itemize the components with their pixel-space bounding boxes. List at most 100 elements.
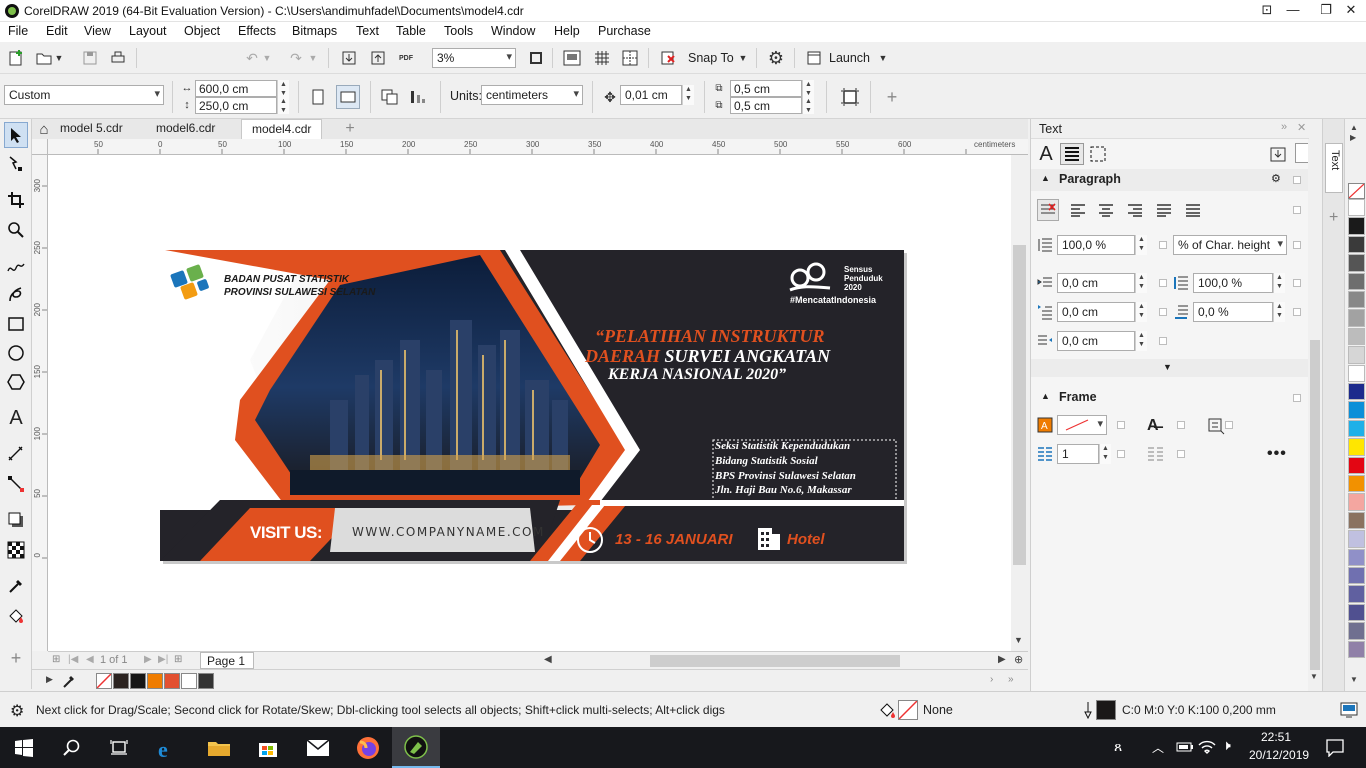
- vertical-alignment-icon[interactable]: A̶: [1147, 417, 1167, 435]
- line-spacing-spinner[interactable]: ▲ ▼: [1135, 235, 1147, 255]
- doc-swatch-3[interactable]: [147, 673, 163, 689]
- palette-color-swatch[interactable]: [1348, 217, 1365, 235]
- section-checkbox[interactable]: [1293, 176, 1301, 184]
- snap-to-dropdown-icon[interactable]: ▼: [736, 46, 750, 70]
- frame-direction-icon[interactable]: [1207, 417, 1227, 435]
- ellipse-tool-icon[interactable]: [4, 340, 28, 366]
- coreldraw-taskbar-button[interactable]: [392, 727, 440, 768]
- volume-muted-icon[interactable]: 🕨: [1222, 737, 1231, 754]
- banner-design[interactable]: BADAN PUSAT STATISTIK PROVINSI SULAWESI …: [160, 250, 904, 561]
- docker-scrollbar[interactable]: ▼: [1308, 140, 1322, 681]
- people-icon[interactable]: ጸ: [1114, 738, 1122, 755]
- right-indent-checkbox[interactable]: [1159, 337, 1167, 345]
- palette-color-swatch[interactable]: [1348, 346, 1365, 364]
- paragraph-tab-icon[interactable]: [1060, 143, 1084, 165]
- launch-dropdown-icon[interactable]: ▼: [876, 46, 890, 70]
- palette-color-swatch[interactable]: [1348, 254, 1365, 272]
- add-plus-icon[interactable]: +: [880, 85, 904, 109]
- canvas-vertical-scrollbar[interactable]: ▼: [1011, 155, 1028, 651]
- show-guidelines-icon[interactable]: [618, 46, 642, 70]
- force-justify-icon[interactable]: [1182, 199, 1204, 221]
- palette-color-swatch[interactable]: [1348, 548, 1365, 566]
- alignment-checkbox[interactable]: [1293, 206, 1301, 214]
- next-page-icon[interactable]: ▶: [144, 654, 152, 665]
- connector-tool-icon[interactable]: [4, 471, 28, 497]
- add-page-before-icon[interactable]: ⊞: [52, 654, 60, 665]
- search-icon[interactable]: [63, 739, 81, 757]
- page-height-field[interactable]: 250,0 cm: [195, 97, 277, 114]
- duplicate-distance-y-field[interactable]: 0,5 cm: [730, 97, 802, 114]
- docker-scroll-thumb[interactable]: [1310, 340, 1320, 670]
- no-color-swatch[interactable]: [96, 673, 112, 689]
- menu-view[interactable]: View: [84, 24, 111, 38]
- character-spacing-field[interactable]: 100,0 %: [1193, 273, 1273, 293]
- word-spacing-spinner[interactable]: ▲ ▼: [1273, 302, 1285, 322]
- text-tool-icon[interactable]: A: [4, 405, 28, 431]
- docker-scroll-down-icon[interactable]: ▼: [1310, 672, 1318, 681]
- palette-color-swatch[interactable]: [1348, 364, 1365, 382]
- page-height-spinner[interactable]: ▲ ▼: [277, 97, 289, 114]
- page-width-spinner[interactable]: ▲ ▼: [277, 80, 289, 97]
- first-line-indent-field[interactable]: 0,0 cm: [1057, 302, 1135, 322]
- full-justify-icon[interactable]: [1153, 199, 1175, 221]
- transparency-tool-icon[interactable]: [4, 537, 28, 563]
- first-line-indent-checkbox[interactable]: [1159, 308, 1167, 316]
- file-explorer-icon[interactable]: [207, 738, 231, 758]
- palette-color-swatch[interactable]: [1348, 272, 1365, 290]
- first-line-indent-spinner[interactable]: ▲ ▼: [1135, 302, 1147, 322]
- polygon-tool-icon[interactable]: [4, 369, 28, 395]
- mail-icon[interactable]: [306, 739, 330, 757]
- vertical-ruler[interactable]: 300 250 200 150 100 50 0: [32, 155, 48, 651]
- export-icon[interactable]: [366, 46, 390, 70]
- print-icon[interactable]: [106, 46, 130, 70]
- zoom-to-page-icon[interactable]: [524, 46, 548, 70]
- palette-scroll-right-icon[interactable]: ›: [990, 674, 993, 685]
- palette-color-swatch[interactable]: [1348, 622, 1365, 640]
- character-spacing-checkbox[interactable]: [1293, 279, 1301, 287]
- palette-scroll-down-icon[interactable]: ▼: [1350, 675, 1358, 684]
- fill-color-swatch[interactable]: [898, 700, 918, 720]
- microsoft-store-icon[interactable]: [257, 737, 279, 759]
- full-screen-preview-icon[interactable]: [560, 46, 584, 70]
- frame-section-checkbox[interactable]: [1293, 394, 1301, 402]
- right-indent-spinner[interactable]: ▲ ▼: [1135, 331, 1147, 351]
- tab-model6[interactable]: model6.cdr: [146, 119, 225, 139]
- save-icon[interactable]: [78, 46, 102, 70]
- menu-tools[interactable]: Tools: [444, 24, 473, 38]
- outline-color-swatch[interactable]: [1096, 700, 1116, 720]
- palette-color-swatch[interactable]: [1348, 603, 1365, 622]
- show-grid-icon[interactable]: [590, 46, 614, 70]
- doc-swatch-6[interactable]: [198, 673, 214, 689]
- expand-arrow-icon[interactable]: ▼: [1163, 362, 1172, 372]
- open-dropdown-icon[interactable]: ▼: [52, 46, 66, 70]
- docker-close-icon[interactable]: ✕: [1297, 121, 1306, 134]
- menu-file[interactable]: File: [8, 24, 28, 38]
- columns-checkbox[interactable]: [1117, 450, 1125, 458]
- palette-color-swatch[interactable]: [1348, 401, 1365, 419]
- action-center-icon[interactable]: [1326, 739, 1344, 757]
- horizontal-ruler[interactable]: 50 0 50 100 150 200 250 300 350 400 450 …: [48, 139, 1028, 155]
- rectangle-tool-icon[interactable]: [4, 311, 28, 337]
- equal-column-width-icon[interactable]: [1147, 446, 1167, 464]
- palette-color-swatch[interactable]: [1348, 327, 1365, 346]
- palette-no-color-swatch[interactable]: [1348, 183, 1365, 199]
- portrait-icon[interactable]: [306, 85, 330, 109]
- equal-column-checkbox[interactable]: [1177, 450, 1185, 458]
- palette-color-swatch[interactable]: [1348, 383, 1365, 401]
- artistic-media-tool-icon[interactable]: [4, 282, 28, 308]
- close-button[interactable]: ✕: [1336, 0, 1366, 22]
- word-spacing-checkbox[interactable]: [1293, 308, 1301, 316]
- pick-tool-icon[interactable]: [4, 122, 28, 148]
- new-document-icon[interactable]: [4, 46, 28, 70]
- menu-text[interactable]: Text: [356, 24, 379, 38]
- menu-table[interactable]: Table: [396, 24, 426, 38]
- more-options-ellipsis-icon[interactable]: •••: [1267, 445, 1287, 463]
- undo-dropdown-icon[interactable]: ▼: [260, 46, 274, 70]
- color-proofing-icon[interactable]: [1340, 701, 1358, 719]
- add-docker-plus-icon[interactable]: +: [1329, 209, 1338, 227]
- firefox-icon[interactable]: [356, 736, 380, 760]
- first-page-icon[interactable]: |◀: [68, 654, 78, 665]
- zoom-tool-icon[interactable]: [4, 217, 28, 243]
- windows-start-icon[interactable]: [15, 739, 33, 757]
- palette-color-swatch[interactable]: [1348, 291, 1365, 309]
